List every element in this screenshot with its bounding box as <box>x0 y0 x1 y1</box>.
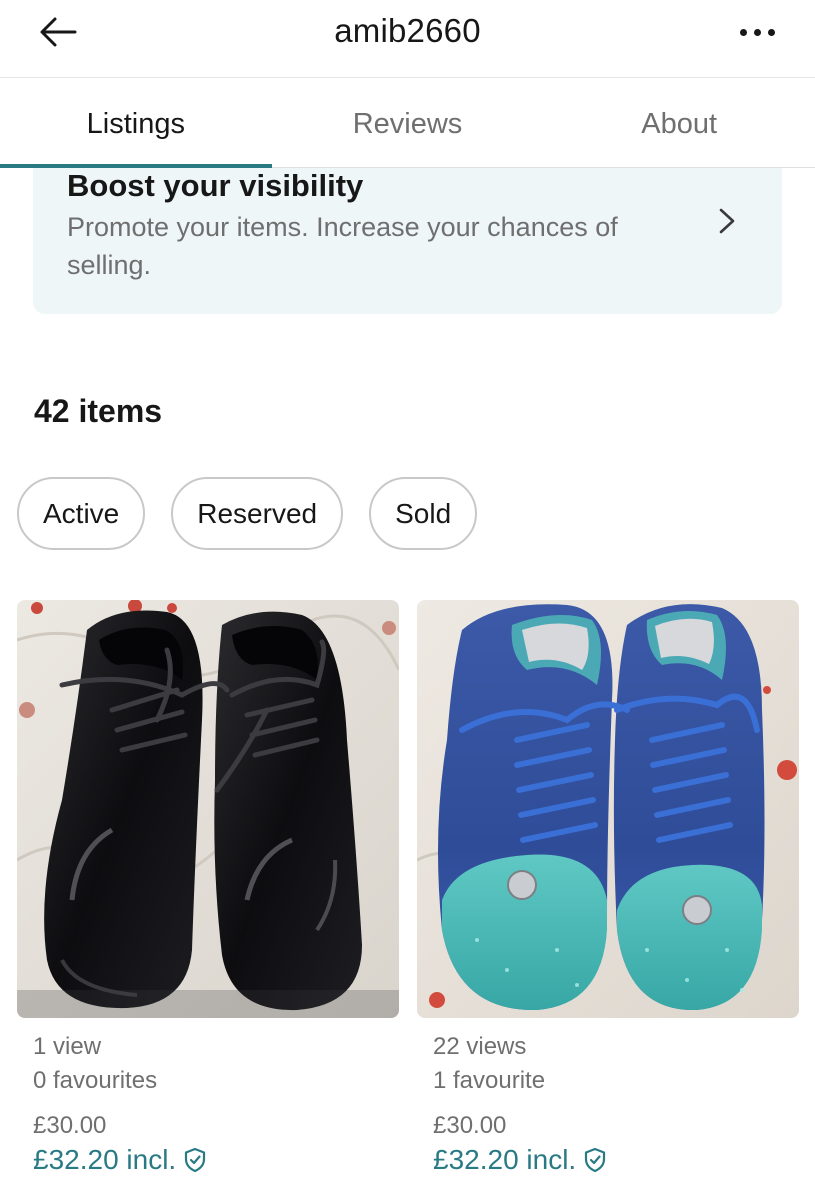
filter-reserved[interactable]: Reserved <box>171 477 344 550</box>
tab-about[interactable]: About <box>543 79 815 167</box>
dot-icon <box>739 28 747 36</box>
listing-photo-blue-sneakers[interactable] <box>417 600 799 1018</box>
tab-reviews[interactable]: Reviews <box>272 79 544 167</box>
price-incl-text: £32.20 incl. <box>33 1144 177 1175</box>
dot-icon <box>767 28 775 36</box>
banner-title: Boost your visibility <box>67 168 364 203</box>
shield-icon <box>184 1147 206 1173</box>
profile-tabs: Listings Reviews About <box>0 79 815 168</box>
dot-icon <box>753 28 761 36</box>
filter-active[interactable]: Active <box>17 477 146 550</box>
listing-views: 22 views <box>433 1033 527 1060</box>
listing-photo-black-shoes[interactable] <box>17 600 399 1018</box>
listing-price-incl[interactable]: £32.20 incl. <box>417 1144 799 1176</box>
more-options-button[interactable] <box>729 12 785 52</box>
banner-subtitle: Promote your items. Increase your chance… <box>67 212 618 280</box>
listing-price: £30.00 <box>433 1112 507 1139</box>
price-incl-text: £32.20 incl. <box>433 1144 577 1175</box>
listing-favourites: 1 favourite <box>433 1067 546 1094</box>
listing-views: 1 view <box>33 1033 102 1060</box>
tab-listings[interactable]: Listings <box>0 79 272 168</box>
listing-price-incl[interactable]: £32.20 incl. <box>17 1144 399 1176</box>
filter-sold[interactable]: Sold <box>369 477 478 550</box>
shield-icon <box>584 1147 606 1173</box>
items-count: 42 items <box>34 393 163 429</box>
listing-card[interactable]: 22 views 1 favourite £30.00 £32.20 incl. <box>417 600 799 1176</box>
listing-card[interactable]: 1 view 0 favourites £30.00 £32.20 incl. <box>17 600 399 1176</box>
listing-price: £30.00 <box>33 1112 107 1139</box>
top-bar: amib2660 <box>0 0 815 78</box>
filter-chips: Active Reserved Sold <box>17 477 478 550</box>
username-title: amib2660 <box>334 12 481 49</box>
listing-favourites: 0 favourites <box>33 1067 158 1094</box>
chevron-right-icon <box>712 204 742 238</box>
boost-visibility-banner[interactable]: Boost your visibility Promote your items… <box>33 168 782 314</box>
